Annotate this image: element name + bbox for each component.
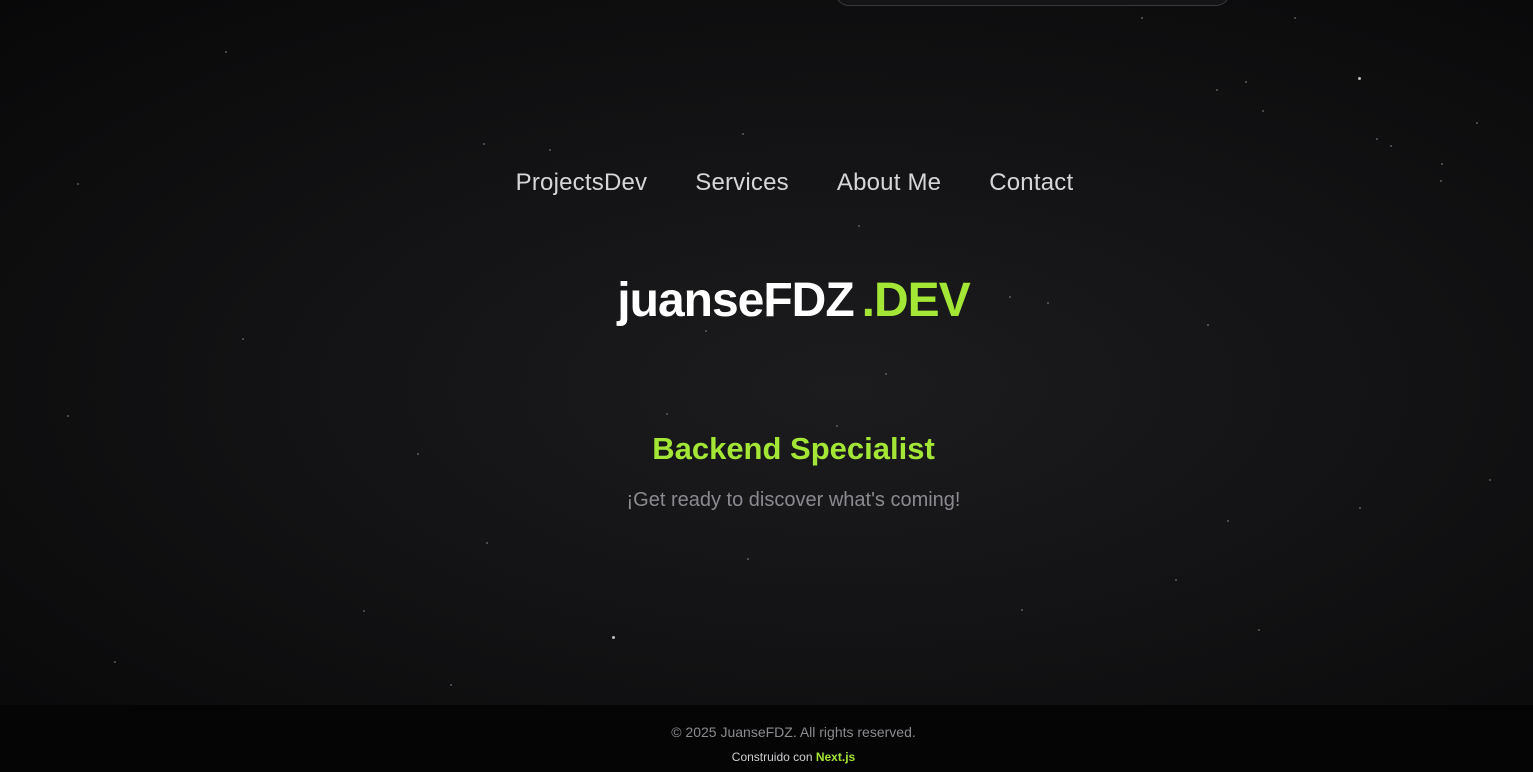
- brand-tld: .DEV: [861, 274, 971, 327]
- nav-link-about-me[interactable]: About Me: [837, 168, 941, 198]
- brand-logo: juanseFDZ .DEV: [0, 272, 1533, 330]
- tagline-text: ¡Get ready to discover what's coming!: [626, 489, 961, 511]
- copyright-text: © 2025 JuanseFDZ. All rights reserved.: [671, 724, 916, 740]
- hero-section: ProjectsDev Services About Me Contact ju…: [0, 0, 1533, 705]
- nav-link-contact[interactable]: Contact: [989, 168, 1073, 198]
- nav-link-projectsdev[interactable]: ProjectsDev: [516, 168, 648, 198]
- starfield-background: [0, 0, 1533, 705]
- role-heading: Backend Specialist: [652, 431, 935, 466]
- footer: © 2025 JuanseFDZ. All rights reserved. C…: [0, 705, 1533, 772]
- search-bar[interactable]: [835, 0, 1230, 6]
- brand-name: juanseFDZ: [617, 274, 854, 327]
- built-with-prefix: Construido con: [731, 750, 813, 764]
- built-with-tech-link[interactable]: Next.js: [816, 750, 855, 764]
- nav-link-services[interactable]: Services: [695, 168, 789, 198]
- built-with-text: Construido con Next.js: [0, 749, 1533, 765]
- main-nav: ProjectsDev Services About Me Contact: [0, 168, 1533, 198]
